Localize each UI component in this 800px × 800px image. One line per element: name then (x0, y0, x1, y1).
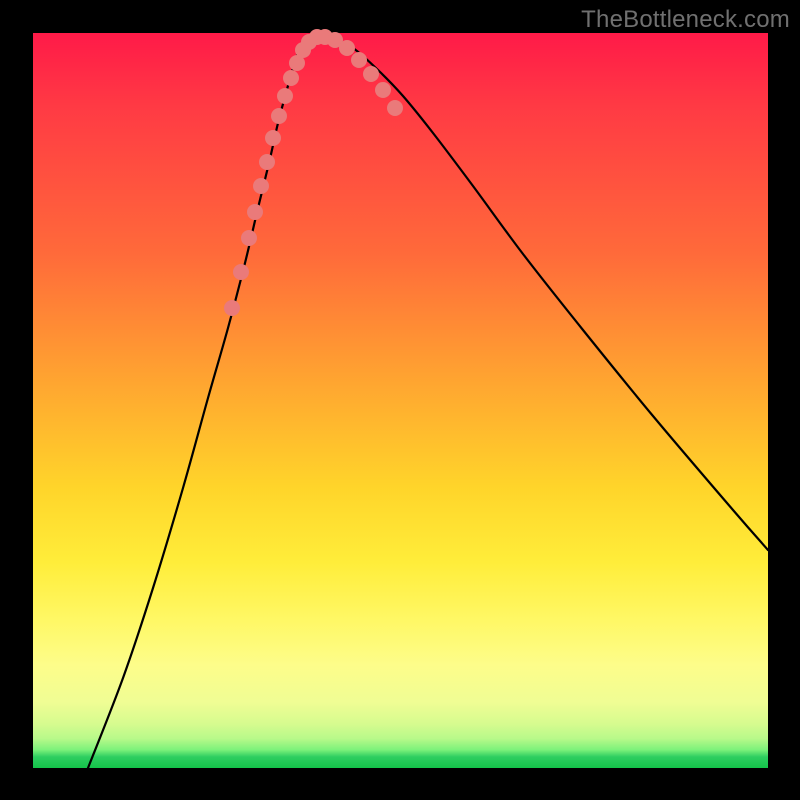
sample-dot (277, 88, 293, 104)
curve-svg (33, 33, 768, 768)
sample-dot (247, 204, 263, 220)
sample-dot (253, 178, 269, 194)
sample-dot (339, 40, 355, 56)
sample-dot (351, 52, 367, 68)
chart-container: TheBottleneck.com (0, 0, 800, 800)
sample-dot (233, 264, 249, 280)
sample-dot (259, 154, 275, 170)
sample-dots (224, 29, 403, 316)
bottleneck-curve (88, 37, 768, 768)
plot-area (33, 33, 768, 768)
watermark-text: TheBottleneck.com (581, 6, 790, 34)
sample-dot (265, 130, 281, 146)
sample-dot (224, 300, 240, 316)
sample-dot (271, 108, 287, 124)
sample-dot (363, 66, 379, 82)
sample-dot (375, 82, 391, 98)
sample-dot (283, 70, 299, 86)
sample-dot (387, 100, 403, 116)
sample-dot (241, 230, 257, 246)
